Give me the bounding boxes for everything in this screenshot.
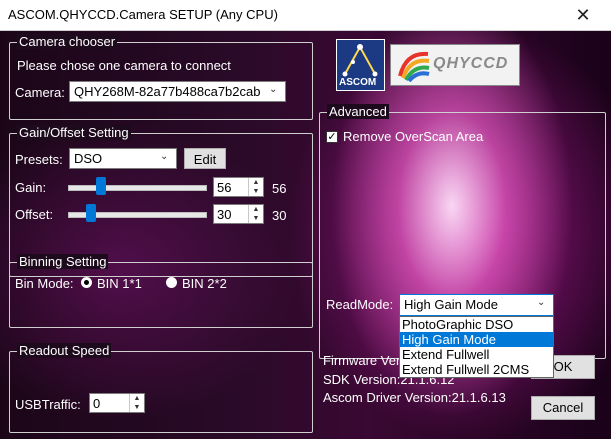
qhyccd-logo-text: QHYCCD — [433, 55, 509, 72]
usb-traffic-label: USBTraffic: — [15, 397, 81, 412]
title-bar: ASCOM.QHYCCD.Camera SETUP (Any CPU) ✕ — [0, 0, 611, 31]
chevron-down-icon: ⌄ — [160, 151, 169, 162]
bin2-radio[interactable] — [166, 277, 177, 288]
driver-version-text: Ascom Driver Version:21.1.6.13 — [323, 390, 506, 405]
gain-spinbox-value: 56 — [217, 180, 232, 195]
overscan-label[interactable]: Remove OverScan Area — [343, 129, 483, 144]
camera-label: Camera: — [15, 85, 65, 100]
bin1-label[interactable]: BIN 1*1 — [97, 276, 142, 291]
spin-arrows-icon[interactable]: ▲ ▼ — [248, 178, 263, 196]
dialog-client: Camera chooser Please chose one camera t… — [0, 31, 611, 439]
gain-offset-legend: Gain/Offset Setting — [17, 125, 131, 140]
spin-arrows-icon[interactable]: ▲ ▼ — [129, 394, 144, 412]
readmode-option[interactable]: Extend Fullwell 2CMS — [400, 362, 553, 377]
window-title: ASCOM.QHYCCD.Camera SETUP (Any CPU) — [8, 7, 278, 22]
advanced-legend: Advanced — [327, 104, 389, 119]
usb-traffic-spinbox[interactable]: 0 ▲ ▼ — [89, 393, 145, 413]
readmode-label: ReadMode: — [326, 297, 394, 312]
readmode-option[interactable]: PhotoGraphic DSO — [400, 317, 553, 332]
readmode-dropdown-list[interactable]: PhotoGraphic DSO High Gain Mode Extend F… — [399, 316, 554, 378]
usb-traffic-value: 0 — [93, 396, 101, 411]
offset-label: Offset: — [15, 207, 54, 222]
edit-button-label: Edit — [193, 152, 217, 167]
camera-select-value: QHY268M-82a77b488ca7b2cab — [74, 84, 261, 99]
chevron-down-icon: ⌄ — [537, 297, 546, 308]
edit-button[interactable]: Edit — [184, 148, 226, 169]
gain-slider-thumb[interactable] — [95, 177, 106, 195]
spin-arrows-icon[interactable]: ▲ ▼ — [248, 205, 263, 223]
readmode-select[interactable]: High Gain Mode ⌄ — [399, 294, 554, 316]
spin-down-icon[interactable]: ▼ — [134, 404, 141, 411]
overscan-checkbox[interactable]: ✓ — [326, 131, 338, 143]
check-icon: ✓ — [327, 131, 337, 143]
camera-select[interactable]: QHY268M-82a77b488ca7b2cab ⌄ — [69, 81, 286, 102]
spin-up-icon[interactable]: ▲ — [253, 179, 260, 186]
offset-max-label: 30 — [272, 208, 287, 223]
camera-hint-text: Please chose one camera to connect — [17, 58, 231, 73]
ok-button-label: OK — [553, 359, 573, 374]
gain-spinbox[interactable]: 56 ▲ ▼ — [213, 177, 264, 197]
gain-slider-track[interactable] — [68, 185, 207, 191]
ascom-logo: ASCOM — [336, 39, 385, 91]
readmode-select-value: High Gain Mode — [404, 297, 498, 312]
presets-label: Presets: — [15, 152, 63, 167]
cancel-button-label: Cancel — [542, 400, 584, 415]
bin1-radio[interactable] — [81, 277, 92, 288]
offset-spinbox-value: 30 — [217, 207, 232, 222]
offset-spinbox[interactable]: 30 ▲ ▼ — [213, 204, 264, 224]
bin2-label[interactable]: BIN 2*2 — [182, 276, 227, 291]
close-icon[interactable]: ✕ — [563, 0, 603, 30]
presets-select-value: DSO — [74, 151, 103, 166]
spin-down-icon[interactable]: ▼ — [253, 215, 260, 222]
offset-slider-thumb[interactable] — [85, 204, 96, 222]
spin-up-icon[interactable]: ▲ — [253, 206, 260, 213]
camera-chooser-legend: Camera chooser — [17, 34, 118, 49]
readout-legend: Readout Speed — [17, 343, 112, 358]
spin-down-icon[interactable]: ▼ — [253, 188, 260, 195]
readmode-option-selected[interactable]: High Gain Mode — [400, 332, 553, 347]
qhyccd-logo: QHYCCD — [390, 44, 520, 86]
spin-up-icon[interactable]: ▲ — [134, 395, 141, 402]
gain-label: Gain: — [15, 180, 47, 195]
chevron-down-icon: ⌄ — [269, 84, 278, 95]
ascom-logo-text: ASCOM — [339, 77, 377, 88]
qhyccd-logo-graphic — [398, 51, 430, 83]
cancel-button[interactable]: Cancel — [531, 396, 595, 420]
readout-group: Readout Speed — [9, 343, 313, 433]
gain-max-label: 56 — [272, 181, 287, 196]
binning-legend: Binning Setting — [17, 254, 109, 269]
binning-group: Binning Setting — [9, 254, 313, 328]
setup-window: ASCOM.QHYCCD.Camera SETUP (Any CPU) ✕ Ca… — [0, 0, 611, 439]
bin-mode-label: Bin Mode: — [15, 276, 74, 291]
firmware-version-text: Firmware Ver — [323, 353, 401, 368]
presets-select[interactable]: DSO ⌄ — [69, 148, 177, 169]
readmode-option[interactable]: Extend Fullwell — [400, 347, 553, 362]
